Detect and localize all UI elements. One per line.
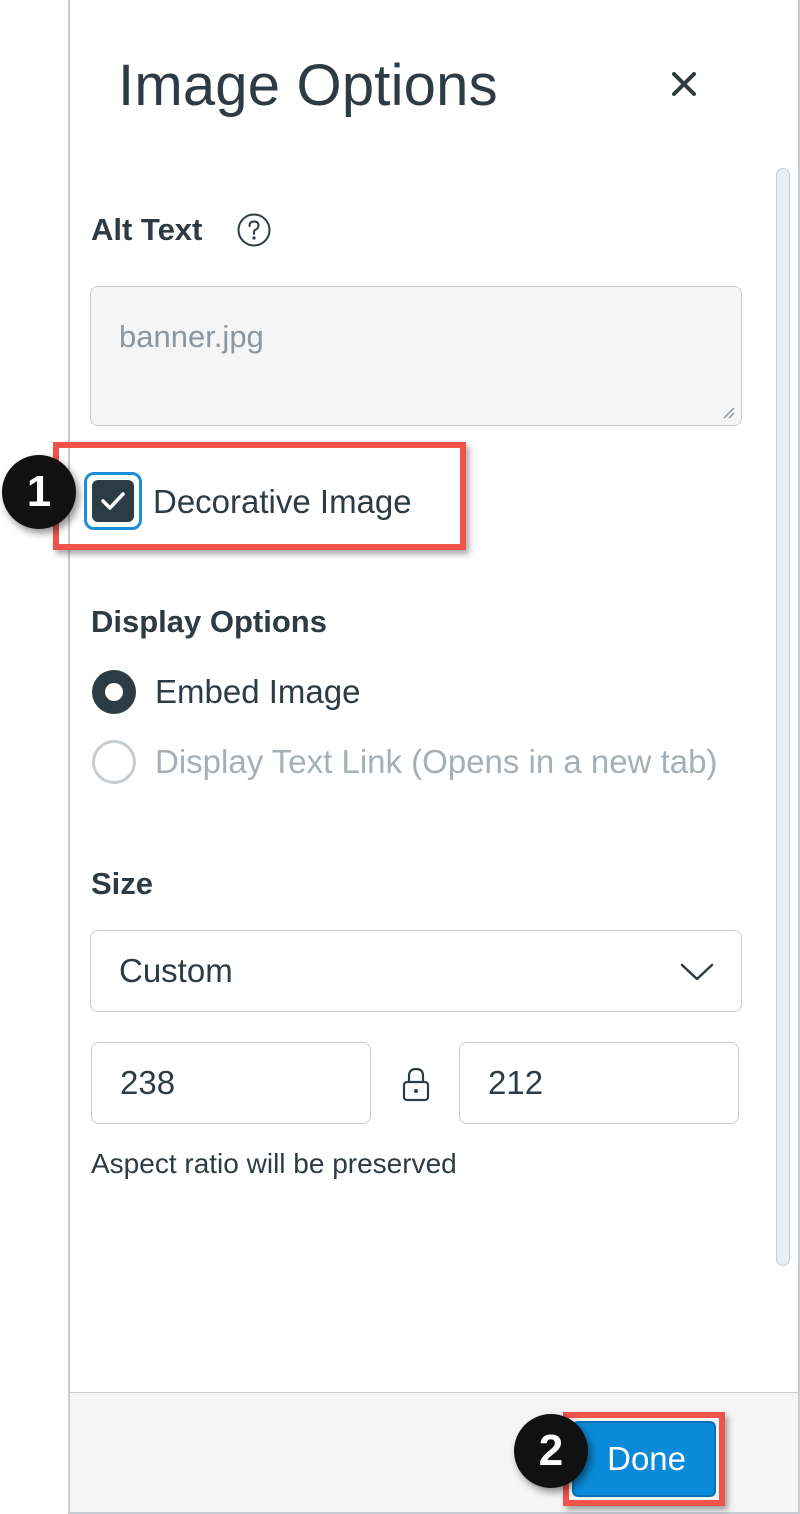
resize-grip-icon[interactable] xyxy=(721,405,735,419)
radio-label-embed-image[interactable]: Embed Image xyxy=(155,670,360,714)
aspect-ratio-note: Aspect ratio will be preserved xyxy=(91,1148,457,1179)
done-button[interactable]: Done xyxy=(572,1421,716,1497)
scrollbar[interactable] xyxy=(776,168,790,1266)
close-button[interactable] xyxy=(664,62,704,106)
alt-text-textarea[interactable]: banner.jpg xyxy=(90,286,742,426)
chevron-down-icon xyxy=(680,963,714,981)
radio-embed-image[interactable] xyxy=(92,670,136,714)
width-input[interactable]: 238 xyxy=(91,1042,371,1124)
height-input[interactable]: 212 xyxy=(459,1042,739,1124)
callout-highlight-decorative xyxy=(53,442,466,550)
radio-label-display-text-link[interactable]: Display Text Link (Opens in a new tab) xyxy=(155,740,718,784)
radio-display-text-link[interactable] xyxy=(92,740,136,784)
alt-text-value: banner.jpg xyxy=(119,319,264,354)
lock-icon xyxy=(402,1067,430,1102)
step-badge-1: 1 xyxy=(2,455,76,529)
close-icon xyxy=(672,72,696,96)
question-circle-icon[interactable] xyxy=(236,212,272,248)
size-select[interactable]: Custom xyxy=(90,930,742,1012)
size-select-value: Custom xyxy=(119,952,233,989)
step-badge-2: 2 xyxy=(514,1414,588,1488)
display-options-label: Display Options xyxy=(91,604,327,639)
panel-title: Image Options xyxy=(118,53,498,118)
size-label: Size xyxy=(91,866,154,901)
alt-text-label: Alt Text xyxy=(91,212,203,247)
